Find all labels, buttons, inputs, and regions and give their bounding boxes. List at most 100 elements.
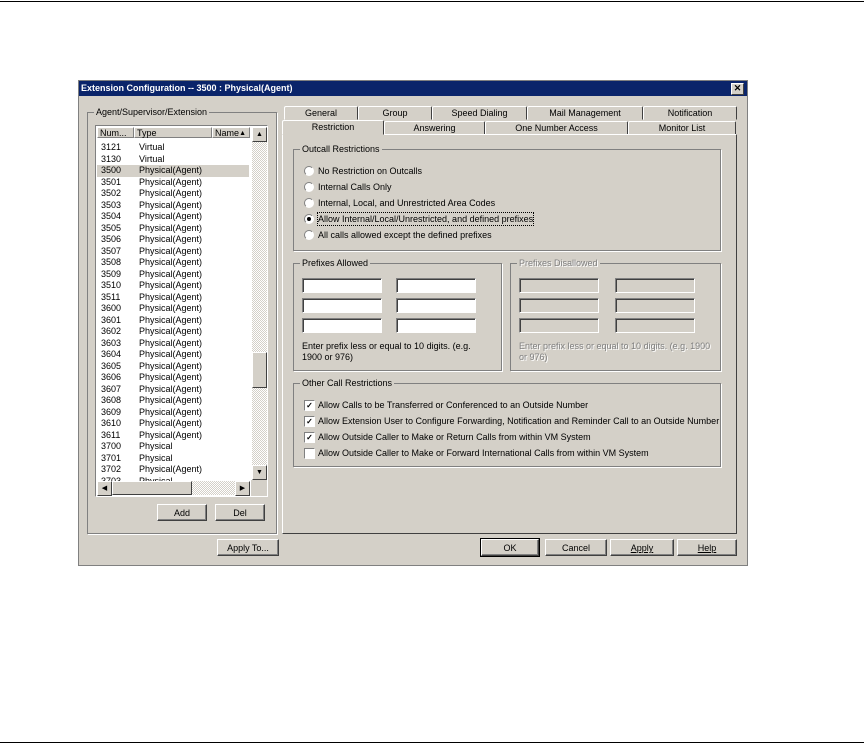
tab-answering[interactable]: Answering bbox=[384, 121, 485, 135]
prefixes-disallowed-group: Prefixes Disallowed Enter prefix less or… bbox=[510, 257, 721, 371]
list-item[interactable]: 3606 Physical(Agent) bbox=[97, 372, 249, 384]
outcall-restrictions-title: Outcall Restrictions bbox=[300, 143, 382, 155]
extension-number: 3606 bbox=[101, 372, 122, 382]
extension-type: Physical(Agent) bbox=[139, 326, 203, 336]
list-item[interactable]: 3604 Physical(Agent) bbox=[97, 349, 249, 361]
del-button[interactable]: Del bbox=[215, 504, 265, 521]
tab-restriction[interactable]: Restriction bbox=[282, 120, 384, 135]
extension-number: 3601 bbox=[101, 314, 122, 325]
horizontal-scrollbar[interactable]: ◀ ▶ bbox=[97, 481, 250, 496]
list-item[interactable]: 3504 Physical(Agent) bbox=[97, 211, 249, 223]
list-item[interactable]: 3700 Physical bbox=[97, 441, 249, 453]
close-icon[interactable]: ✕ bbox=[731, 83, 744, 95]
scroll-up-icon[interactable]: ▲ bbox=[252, 127, 267, 142]
cancel-button[interactable]: Cancel bbox=[545, 539, 607, 556]
checkmark-icon: ✓ bbox=[304, 416, 315, 427]
help-button[interactable]: Help bbox=[677, 539, 737, 556]
prefix-disallowed-field-2 bbox=[615, 278, 695, 293]
tab-general[interactable]: General bbox=[284, 106, 358, 120]
list-item[interactable]: 3603 Physical(Agent) bbox=[97, 338, 249, 350]
list-item[interactable]: 3608 Physical(Agent) bbox=[97, 395, 249, 407]
extension-number: 3701 bbox=[101, 452, 122, 463]
prefix-allowed-field-5[interactable] bbox=[302, 318, 382, 333]
list-item[interactable]: 3505 Physical(Agent) bbox=[97, 223, 249, 235]
ok-button[interactable]: OK bbox=[480, 538, 540, 557]
column-header-num[interactable]: Num... bbox=[97, 127, 134, 138]
prefix-allowed-field-6[interactable] bbox=[396, 318, 476, 333]
list-item[interactable]: 3507 Physical(Agent) bbox=[97, 246, 249, 258]
prefix-disallowed-field-4 bbox=[615, 298, 695, 313]
extension-type: Physical(Agent) bbox=[139, 222, 203, 233]
prefixes-disallowed-hint: Enter prefix less or equal to 10 digits.… bbox=[519, 341, 711, 362]
scroll-left-icon[interactable]: ◀ bbox=[97, 481, 112, 496]
radio-button bbox=[304, 182, 314, 192]
horizontal-scroll-thumb[interactable] bbox=[112, 481, 192, 495]
tab-monitor-list[interactable]: Monitor List bbox=[628, 121, 736, 135]
extension-type: Physical(Agent) bbox=[139, 211, 203, 221]
extension-number: 3121 bbox=[101, 142, 122, 152]
list-item[interactable]: 3500 Physical(Agent) bbox=[97, 165, 249, 177]
prefix-disallowed-field-6 bbox=[615, 318, 695, 333]
list-item[interactable]: 3130 Virtual bbox=[97, 154, 249, 166]
extension-number: 3609 bbox=[101, 406, 122, 417]
list-item[interactable]: 3701 Physical bbox=[97, 453, 249, 465]
extension-type: Physical bbox=[139, 441, 173, 451]
list-item[interactable]: 3503 Physical(Agent) bbox=[97, 200, 249, 212]
tab-mail-management[interactable]: Mail Management bbox=[527, 106, 643, 120]
list-item[interactable]: 3610 Physical(Agent) bbox=[97, 418, 249, 430]
list-item[interactable]: 3506 Physical(Agent) bbox=[97, 234, 249, 246]
tab-speed-dialing[interactable]: Speed Dialing bbox=[432, 106, 527, 120]
list-item[interactable]: 3607 Physical(Agent) bbox=[97, 384, 249, 396]
list-item[interactable]: 3510 Physical(Agent) bbox=[97, 280, 249, 292]
extension-number: 3503 bbox=[101, 199, 122, 210]
list-item[interactable]: 3501 Physical(Agent) bbox=[97, 177, 249, 189]
dialog-title-bar[interactable]: Extension Configuration -- 3500 : Physic… bbox=[79, 81, 747, 96]
column-header-type[interactable]: Type bbox=[134, 127, 212, 138]
prefix-allowed-field-3[interactable] bbox=[302, 298, 382, 313]
scroll-right-icon[interactable]: ▶ bbox=[235, 481, 250, 496]
tab-group[interactable]: Group bbox=[358, 106, 432, 120]
extension-number: 3500 bbox=[101, 165, 122, 175]
tab-notification[interactable]: Notification bbox=[643, 106, 737, 120]
list-item[interactable]: 3600 Physical(Agent) bbox=[97, 303, 249, 315]
list-item[interactable]: 3611 Physical(Agent) bbox=[97, 430, 249, 442]
extension-type: Physical(Agent) bbox=[139, 280, 203, 290]
prefix-allowed-field-4[interactable] bbox=[396, 298, 476, 313]
outcall-restrictions-group: Outcall Restrictions No Restriction on O… bbox=[293, 143, 721, 251]
apply-button[interactable]: Apply bbox=[610, 539, 674, 556]
prefix-allowed-field-1[interactable] bbox=[302, 278, 382, 293]
list-item[interactable]: 3605 Physical(Agent) bbox=[97, 361, 249, 373]
tab-one-number-access[interactable]: One Number Access bbox=[485, 121, 628, 135]
extension-type: Physical(Agent) bbox=[139, 268, 203, 279]
list-item[interactable]: 3601 Physical(Agent) bbox=[97, 315, 249, 327]
scrollbar-corner bbox=[251, 480, 267, 496]
extension-type: Physical(Agent) bbox=[139, 245, 203, 256]
group-title: Agent/Supervisor/Extension bbox=[94, 106, 210, 118]
scroll-down-icon[interactable]: ▼ bbox=[252, 465, 267, 480]
prefixes-allowed-hint: Enter prefix less or equal to 10 digits.… bbox=[302, 341, 471, 362]
vertical-scrollbar[interactable]: ▲ ▼ bbox=[252, 127, 267, 480]
extension-number: 3603 bbox=[101, 337, 122, 348]
list-item[interactable]: 3609 Physical(Agent) bbox=[97, 407, 249, 419]
extension-type: Physical(Agent) bbox=[139, 418, 203, 428]
list-item[interactable]: 3702 Physical(Agent) bbox=[97, 464, 249, 476]
list-item[interactable]: 3508 Physical(Agent) bbox=[97, 257, 249, 269]
list-item[interactable]: 3502 Physical(Agent) bbox=[97, 188, 249, 200]
extension-number: 3508 bbox=[101, 257, 122, 267]
list-item[interactable]: 3511 Physical(Agent) bbox=[97, 292, 249, 304]
extension-list[interactable]: Num... Type Name ▲ 3121 Virtual 3130 Virtual… bbox=[95, 125, 268, 497]
apply-to-button[interactable]: Apply To... bbox=[217, 539, 279, 556]
column-header-name[interactable]: Name ▲ bbox=[212, 127, 250, 138]
prefix-allowed-field-2[interactable] bbox=[396, 278, 476, 293]
page-top-rule bbox=[0, 1, 864, 2]
list-header: Num... Type Name ▲ bbox=[97, 127, 250, 139]
extension-number: 3610 bbox=[101, 418, 122, 428]
scroll-thumb[interactable] bbox=[252, 352, 267, 388]
list-item[interactable]: 3121 Virtual bbox=[97, 142, 249, 154]
list-item[interactable]: 3509 Physical(Agent) bbox=[97, 269, 249, 281]
add-button[interactable]: Add bbox=[157, 504, 207, 521]
prefixes-disallowed-title: Prefixes Disallowed bbox=[517, 257, 600, 269]
list-item[interactable]: 3602 Physical(Agent) bbox=[97, 326, 249, 338]
extension-number: 3502 bbox=[101, 188, 122, 198]
other-call-restrictions-title: Other Call Restrictions bbox=[300, 377, 395, 389]
